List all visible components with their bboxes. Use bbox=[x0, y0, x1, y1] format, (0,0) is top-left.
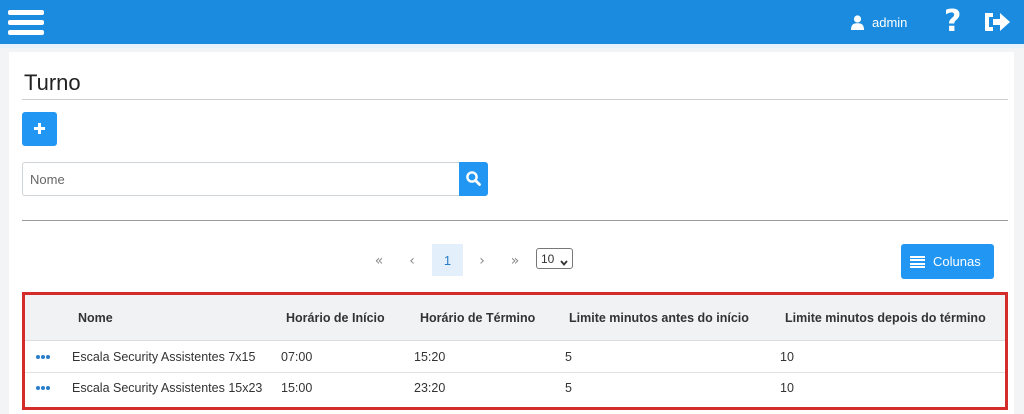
top-bar: admin ? bbox=[0, 0, 1024, 44]
add-button[interactable] bbox=[22, 112, 57, 146]
user-menu[interactable]: admin bbox=[851, 12, 907, 32]
first-page-button[interactable]: « bbox=[369, 246, 389, 276]
page-size-value: 10 bbox=[541, 251, 555, 266]
hamburger-menu-icon[interactable] bbox=[8, 10, 44, 36]
user-name: admin bbox=[872, 14, 908, 30]
page-size-select[interactable]: 10 bbox=[536, 248, 573, 269]
page-title: Turno bbox=[24, 70, 81, 95]
columns-button-label: Colunas bbox=[933, 254, 981, 269]
search-input[interactable] bbox=[22, 162, 459, 196]
next-page-button[interactable]: › bbox=[472, 246, 492, 276]
search-button[interactable] bbox=[459, 162, 488, 196]
chevron-down-icon bbox=[560, 255, 568, 269]
search-icon bbox=[466, 171, 481, 186]
title-divider bbox=[22, 99, 1008, 100]
columns-button[interactable]: Colunas bbox=[901, 244, 994, 279]
question-mark-icon[interactable]: ? bbox=[944, 4, 961, 40]
top-bar-strip bbox=[0, 44, 1024, 48]
list-lines-icon bbox=[910, 255, 925, 268]
user-icon bbox=[851, 14, 864, 30]
filter-divider bbox=[22, 220, 1008, 221]
sign-out-icon[interactable] bbox=[983, 10, 1011, 34]
last-page-button[interactable]: » bbox=[505, 246, 525, 276]
current-page-button[interactable]: 1 bbox=[432, 244, 463, 276]
previous-page-button[interactable]: ‹ bbox=[402, 246, 422, 276]
table-highlight-frame bbox=[22, 292, 1008, 410]
